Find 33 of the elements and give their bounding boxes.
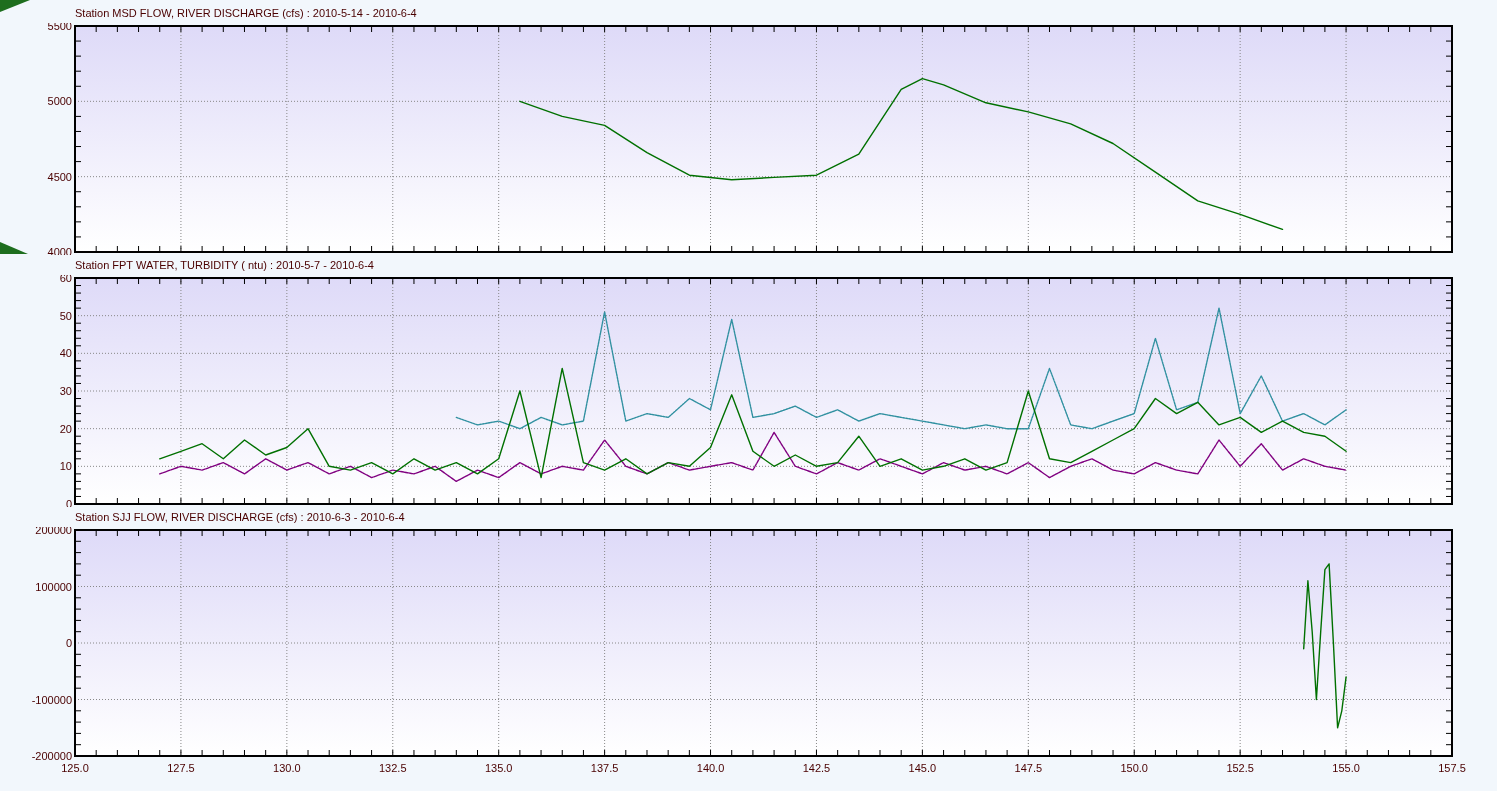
y-tick-label: 100000: [35, 580, 72, 593]
y-tick-label: 5500: [47, 23, 72, 32]
x-tick-label: 157.5: [1438, 762, 1466, 774]
y-tick-label: 4500: [47, 170, 72, 183]
x-tick-label: 132.5: [379, 762, 407, 774]
triangle-icon: [0, 242, 28, 254]
chart-title: Station SJJ FLOW, RIVER DISCHARGE (cfs) : 2010-6-3 - 2010-6-4: [75, 511, 405, 523]
x-tick-label: 125.0: [61, 762, 89, 774]
y-tick-label: 200000: [35, 527, 72, 536]
x-tick-label: 142.5: [802, 762, 831, 774]
x-tick-label: 127.5: [167, 762, 195, 774]
triangle-icon: [0, 0, 30, 12]
x-tick-label: 130.0: [273, 762, 301, 774]
y-tick-label: 50: [59, 309, 72, 322]
y-tick-label: 5000: [47, 95, 72, 108]
x-tick-label: 155.0: [1332, 762, 1360, 774]
x-tick-label: 135.0: [484, 762, 513, 774]
x-tick-label: 145.0: [908, 762, 937, 774]
x-tick-label: 152.5: [1226, 762, 1254, 774]
x-tick-label: 150.0: [1120, 762, 1148, 774]
x-tick-label: 140.0: [696, 762, 725, 774]
y-tick-label: 30: [59, 385, 72, 397]
x-tick-label: 147.5: [1014, 762, 1043, 774]
chart-title: Station MSD FLOW, RIVER DISCHARGE (cfs) : 2010-5-14 - 2010-6-4: [75, 7, 417, 19]
y-tick-label: 60: [59, 275, 72, 284]
y-tick-label: -100000: [31, 693, 72, 706]
chart-title: Station FPT WATER, TURBIDITY ( ntu) : 2010-5-7 - 2010-6-4: [75, 259, 374, 271]
y-tick-label: 40: [59, 347, 72, 360]
y-tick-label: 10: [59, 460, 72, 473]
y-tick-label: 20: [59, 422, 72, 435]
y-tick-label: -200000: [31, 750, 72, 762]
x-tick-label: 137.5: [590, 762, 619, 774]
y-tick-label: 0: [65, 637, 72, 649]
